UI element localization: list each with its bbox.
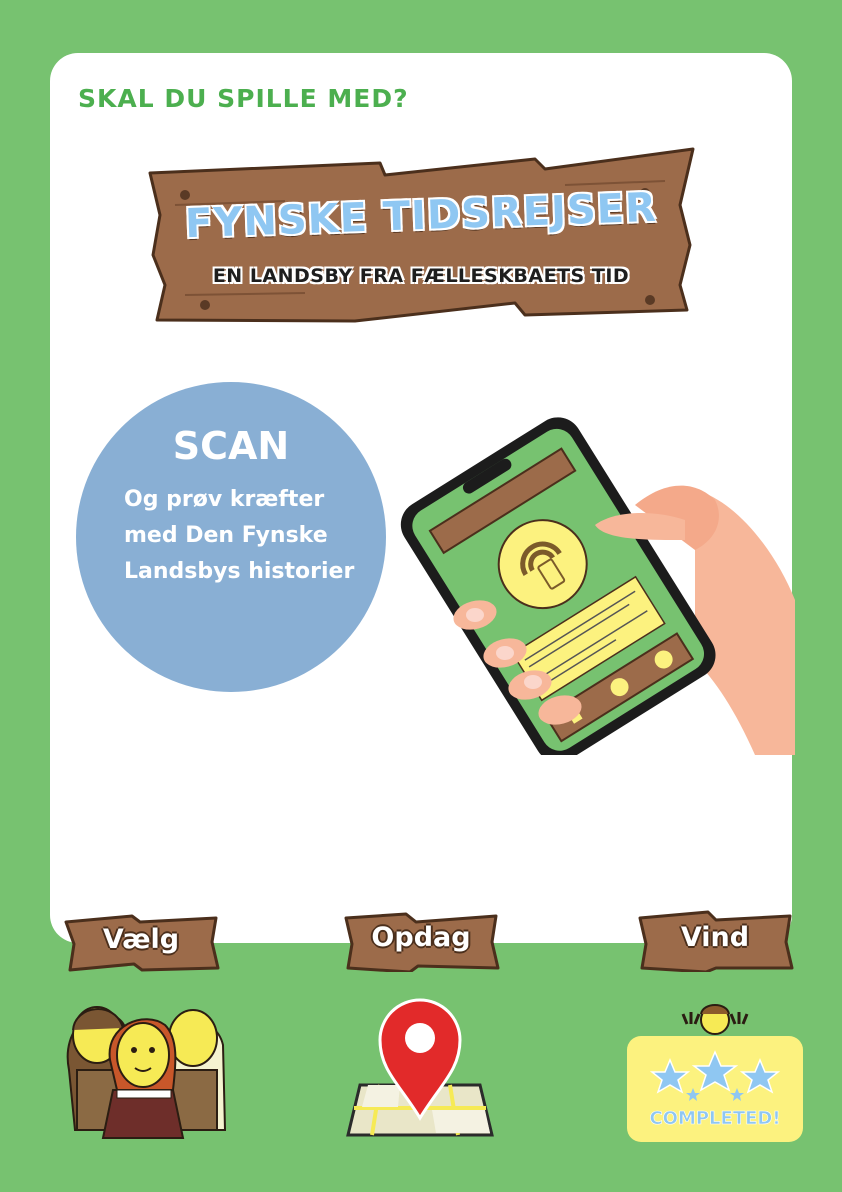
step-plank-opdag: Opdag xyxy=(342,910,500,974)
wood-sign-icon xyxy=(148,147,695,323)
step-label-vaelg: Vælg xyxy=(102,924,180,955)
scan-circle: SCAN Og prøv kræfter med Den Fynske Land… xyxy=(76,382,386,692)
title-sign: FYNSKE TIDSREJSER EN LANDSBY FRA FÆLLESK… xyxy=(145,145,697,325)
step-plank-vaelg: Vælg xyxy=(62,912,220,974)
people-icon xyxy=(55,990,230,1140)
step-plank-vind: Vind xyxy=(636,910,794,974)
completed-badge-icon: COMPLETED! xyxy=(625,1002,805,1144)
hand-holding-phone-icon xyxy=(400,417,795,763)
phone-illustration xyxy=(395,410,795,763)
step-label-opdag: Opdag xyxy=(371,922,471,953)
scan-title: SCAN xyxy=(172,424,290,468)
scan-description: Og prøv kræfter med Den Fynske Landsbys … xyxy=(124,487,355,584)
page-question: SKAL DU SPILLE MED? xyxy=(78,84,409,113)
step-label-vind: Vind xyxy=(680,922,750,953)
completed-label: COMPLETED! xyxy=(649,1108,780,1129)
map-pin-icon xyxy=(340,990,500,1140)
